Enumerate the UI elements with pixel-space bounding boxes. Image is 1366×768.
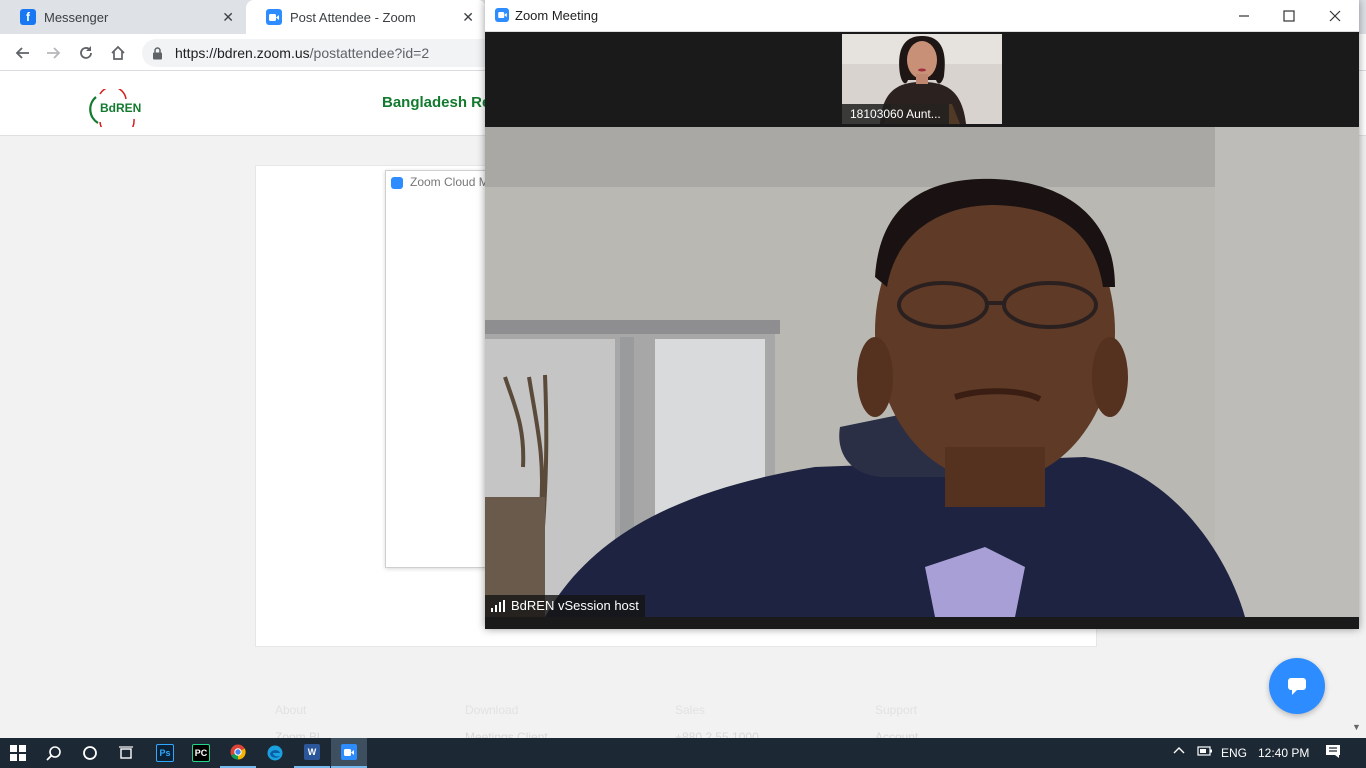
- notification-icon[interactable]: [1325, 744, 1341, 761]
- signal-strength-icon: [491, 599, 505, 612]
- zoom-meeting-window: Zoom Meeting 18103060 Aunt... BdREN vSes…: [485, 0, 1359, 629]
- tab-post-attendee[interactable]: Post Attendee - Zoom ✕: [246, 0, 486, 34]
- zoom-icon: [391, 177, 403, 189]
- edge-icon: [267, 745, 283, 761]
- active-speaker-video[interactable]: BdREN vSession host: [485, 127, 1359, 617]
- chat-bubble-icon: [1286, 676, 1308, 696]
- taskbar-zoom[interactable]: [331, 738, 367, 768]
- footer-heading-support: Support: [875, 703, 918, 717]
- facebook-icon: f: [20, 9, 36, 25]
- host-name: BdREN vSession host: [511, 598, 639, 613]
- language-indicator[interactable]: ENG: [1221, 746, 1247, 760]
- search-button[interactable]: [36, 738, 72, 768]
- chevron-up-icon[interactable]: [1172, 744, 1186, 761]
- pycharm-icon: PC: [192, 744, 210, 762]
- chat-button[interactable]: [1269, 658, 1325, 714]
- minimize-icon[interactable]: [1234, 6, 1254, 26]
- taskbar-edge[interactable]: [257, 738, 293, 768]
- taskbar-chrome[interactable]: [220, 738, 256, 768]
- photoshop-icon: Ps: [156, 744, 174, 762]
- window-title: Zoom Meeting: [515, 8, 599, 23]
- footer-heading-about: About: [275, 703, 307, 717]
- site-title: Bangladesh Re: [382, 94, 491, 111]
- close-icon[interactable]: ✕: [462, 9, 474, 26]
- back-arrow-icon[interactable]: [11, 42, 33, 64]
- tab-messenger[interactable]: f Messenger ✕: [0, 0, 246, 34]
- cortana-button[interactable]: [72, 738, 108, 768]
- speaker-video: [485, 127, 1359, 617]
- windows-icon: [10, 745, 26, 761]
- taskbar-word[interactable]: W: [294, 738, 330, 768]
- battery-icon[interactable]: [1197, 745, 1213, 760]
- scroll-down-arrow-icon[interactable]: ▼: [1352, 722, 1361, 732]
- host-name-label: BdREN vSession host: [485, 595, 645, 617]
- participant-name: 18103060 Aunt...: [842, 104, 949, 124]
- footer-heading-download: Download: [465, 703, 519, 717]
- word-icon: W: [304, 744, 320, 760]
- logo-text: BdREN: [100, 101, 142, 115]
- tab-title: Messenger: [44, 9, 109, 25]
- tab-title: Post Attendee - Zoom: [290, 9, 416, 25]
- search-icon: [46, 745, 62, 761]
- close-icon[interactable]: [1325, 6, 1345, 26]
- taskbar-photoshop[interactable]: Ps: [147, 738, 183, 768]
- start-button[interactable]: [0, 738, 36, 768]
- task-view-icon: [118, 745, 134, 761]
- reload-icon[interactable]: [75, 42, 97, 64]
- cortana-icon: [82, 745, 98, 761]
- taskbar-pycharm[interactable]: PC: [183, 738, 219, 768]
- maximize-icon[interactable]: [1279, 6, 1299, 26]
- participant-thumbnail[interactable]: 18103060 Aunt...: [842, 34, 1002, 124]
- lock-icon: [152, 46, 163, 60]
- home-icon[interactable]: [107, 42, 129, 64]
- url-path: /postattendee?id=2: [309, 45, 430, 61]
- bdren-logo[interactable]: BdREN: [86, 86, 142, 139]
- chrome-icon: [230, 744, 246, 760]
- clock[interactable]: 12:40 PM: [1258, 746, 1309, 760]
- forward-arrow-icon[interactable]: [43, 42, 65, 64]
- dialog-title: Zoom Cloud M: [410, 175, 489, 189]
- footer-heading-sales: Sales: [675, 703, 706, 717]
- close-icon[interactable]: ✕: [222, 9, 234, 26]
- zoom-icon: [266, 9, 282, 25]
- zoom-icon: [495, 8, 509, 22]
- url-host: https://bdren.zoom.us: [175, 45, 310, 61]
- zoom-titlebar[interactable]: Zoom Meeting: [485, 0, 1359, 32]
- task-view-button[interactable]: [108, 738, 144, 768]
- zoom-icon: [341, 744, 357, 760]
